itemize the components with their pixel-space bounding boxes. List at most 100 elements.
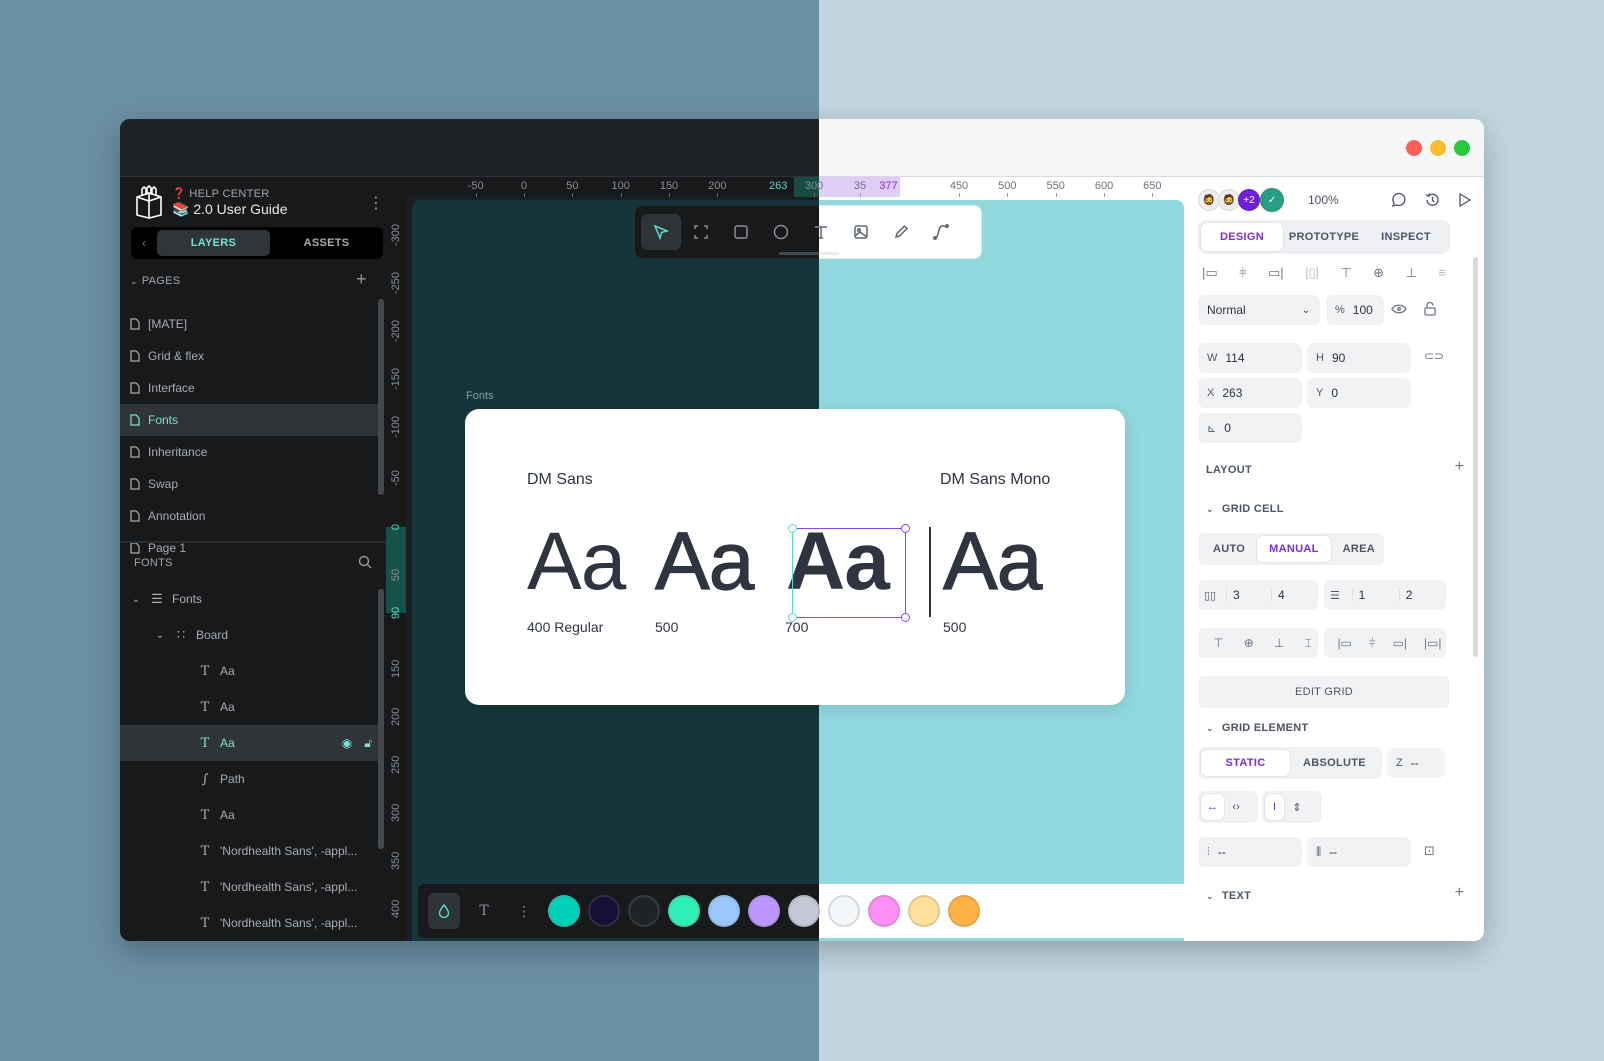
visibility-eye-icon[interactable] — [1391, 303, 1407, 315]
width-input[interactable]: W 114 — [1198, 343, 1302, 373]
collapse-sidebar-icon[interactable]: ‹ — [131, 236, 157, 250]
collaborator-avatar[interactable]: 🧔 — [1218, 189, 1240, 211]
page-item[interactable]: Grid & flex — [120, 340, 382, 372]
page-item[interactable]: Swap — [120, 468, 382, 500]
align-self-stretch-icon[interactable]: ⌶ — [1305, 636, 1312, 651]
page-item[interactable]: [MATE] — [120, 308, 382, 340]
color-swatch[interactable] — [668, 895, 700, 927]
fit-height-icon[interactable]: ⇕ — [1288, 794, 1306, 820]
grid-cell-section-header[interactable]: ⌄ GRID CELL — [1206, 503, 1284, 515]
mode-auto[interactable]: AUTO — [1201, 536, 1257, 562]
tab-design[interactable]: DESIGN — [1201, 223, 1283, 251]
color-swatch[interactable] — [868, 895, 900, 927]
project-name[interactable]: 📚 2.0 User Guide — [172, 201, 287, 218]
tab-inspect[interactable]: INSPECT — [1365, 223, 1447, 251]
toggle-visibility-icon[interactable]: ◉ — [342, 736, 352, 751]
align-bottom-icon[interactable]: ⊥ — [1406, 265, 1417, 281]
justify-self-start-icon[interactable]: |▭ — [1337, 636, 1351, 650]
color-swatch[interactable] — [548, 895, 580, 927]
family-label-dm-sans[interactable]: DM Sans — [527, 471, 593, 489]
layer-item[interactable]: T Aa — [120, 653, 382, 689]
board-label[interactable]: Fonts — [466, 390, 494, 402]
board-tool-button[interactable] — [681, 214, 721, 250]
rectangle-tool-button[interactable] — [721, 214, 761, 250]
add-page-icon[interactable]: + — [356, 269, 367, 290]
align-right-icon[interactable]: ▭| — [1268, 265, 1284, 281]
column-end-value[interactable]: 4 — [1271, 588, 1316, 602]
color-swatch[interactable] — [588, 895, 620, 927]
layer-item[interactable]: ⌄ ☰ Fonts — [120, 581, 382, 617]
comments-icon[interactable] — [1390, 192, 1406, 208]
fill-palette-button[interactable] — [428, 893, 460, 929]
y-position-input[interactable]: Y0 — [1307, 378, 1411, 408]
page-item[interactable]: Interface — [120, 372, 382, 404]
more-options-icon[interactable]: ⋮ — [368, 193, 384, 213]
divider-path[interactable] — [929, 527, 931, 617]
page-item[interactable]: Annotation — [120, 500, 382, 532]
family-label-dm-sans-mono[interactable]: DM Sans Mono — [940, 471, 1050, 489]
ellipse-tool-button[interactable] — [761, 214, 801, 250]
resize-handle-bottom-right[interactable] — [901, 613, 910, 622]
color-swatch[interactable] — [748, 895, 780, 927]
layer-item[interactable]: ∫ Path — [120, 761, 382, 797]
align-left-icon[interactable]: |▭ — [1202, 265, 1218, 281]
z-index-input[interactable]: Z -- — [1387, 748, 1445, 778]
resize-handle-bottom-left[interactable] — [788, 613, 797, 622]
justify-self-center-icon[interactable]: ⫩ — [1369, 636, 1376, 651]
tab-prototype[interactable]: PROTOTYPE — [1283, 223, 1365, 251]
layer-item[interactable]: T Aa — [120, 689, 382, 725]
distribute-h-icon[interactable]: |▯| — [1305, 265, 1319, 281]
justify-self-stretch-icon[interactable]: |▭| — [1424, 636, 1442, 650]
color-swatch[interactable] — [828, 895, 860, 927]
tab-assets[interactable]: ASSETS — [270, 230, 383, 256]
zoom-level[interactable]: 100% — [1308, 193, 1339, 207]
align-v-center-icon[interactable]: ⊕ — [1373, 265, 1384, 281]
image-tool-button[interactable] — [841, 214, 881, 250]
color-swatch[interactable] — [628, 895, 660, 927]
add-text-icon[interactable]: + — [1455, 884, 1464, 902]
page-item[interactable]: Fonts — [120, 404, 382, 436]
pages-scrollbar[interactable] — [378, 299, 384, 495]
horizontal-margin-input[interactable]: ⫼ -- — [1307, 837, 1411, 867]
edit-grid-button[interactable]: EDIT GRID — [1198, 676, 1450, 708]
align-h-center-icon[interactable]: ⫩ — [1239, 265, 1246, 281]
column-span-input[interactable]: ▯▯ 3 4 — [1198, 580, 1318, 610]
move-tool-button[interactable] — [641, 214, 681, 250]
tab-layers[interactable]: LAYERS — [157, 230, 270, 256]
layer-item[interactable]: T Aa ◉ 🔓︎ — [120, 725, 382, 761]
sample-glyph-400[interactable]: Aa — [527, 521, 626, 603]
path-tool-button[interactable] — [921, 214, 961, 250]
distribute-v-icon[interactable]: ≡ — [1438, 265, 1446, 281]
row-end-value[interactable]: 2 — [1398, 588, 1446, 602]
row-span-input[interactable]: ☰ 1 2 — [1324, 580, 1446, 610]
more-collaborators-badge[interactable]: +2 — [1238, 189, 1260, 211]
collaborator-avatar[interactable]: 🧔 — [1198, 189, 1220, 211]
align-self-end-icon[interactable]: ⊥ — [1274, 636, 1284, 650]
justify-self-end-icon[interactable]: ▭| — [1393, 636, 1407, 650]
add-layout-icon[interactable]: + — [1455, 458, 1464, 476]
history-icon[interactable] — [1424, 192, 1440, 208]
color-swatch[interactable] — [708, 895, 740, 927]
layer-item[interactable]: T Aa — [120, 797, 382, 833]
design-panel-scrollbar[interactable] — [1473, 257, 1478, 657]
align-self-center-icon[interactable]: ⊕ — [1244, 636, 1254, 650]
search-layers-icon[interactable] — [358, 555, 372, 569]
color-swatch[interactable] — [788, 895, 819, 927]
margin-options-icon[interactable]: ⊡ — [1424, 843, 1435, 859]
chevron-down-icon[interactable]: ⌄ — [130, 594, 142, 605]
play-icon[interactable] — [1458, 192, 1472, 208]
grid-element-section-header[interactable]: ⌄ GRID ELEMENT — [1206, 722, 1309, 734]
mode-area[interactable]: AREA — [1331, 536, 1387, 562]
height-input[interactable]: H 90 — [1307, 343, 1411, 373]
palette-options-button[interactable]: ⋮ — [508, 893, 540, 929]
layer-item[interactable]: T 'Nordhealth Sans', -appl... — [120, 833, 382, 869]
layer-item[interactable]: T 'Nordhealth Sans', -appl... — [120, 905, 382, 941]
minimize-button[interactable] — [1430, 140, 1446, 156]
layer-item[interactable]: T 'Nordhealth Sans', -appl... — [120, 869, 382, 905]
opacity-input[interactable]: % 100 — [1326, 295, 1384, 325]
blend-mode-select[interactable]: Normal ⌄ — [1198, 295, 1320, 325]
position-absolute[interactable]: ABSOLUTE — [1290, 750, 1379, 776]
pages-header[interactable]: ⌄ PAGES — [130, 275, 180, 287]
proportion-lock-icon[interactable]: ⊂⊃ — [1424, 349, 1444, 363]
maximize-button[interactable] — [1454, 140, 1470, 156]
